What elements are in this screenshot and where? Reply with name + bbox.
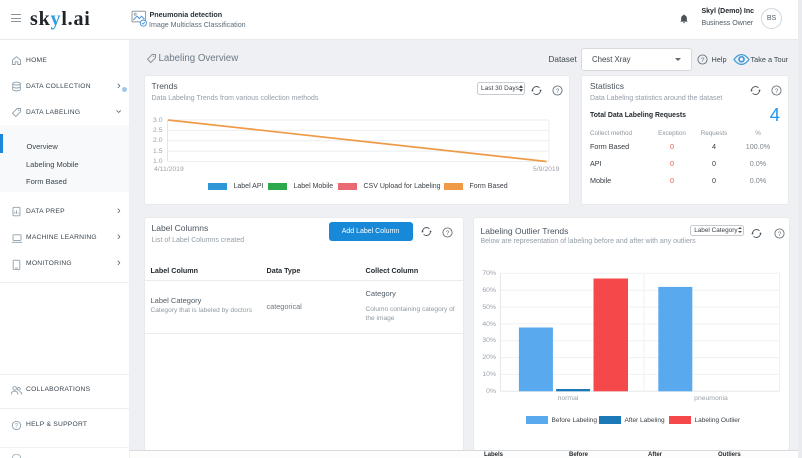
svg-text:?: ? <box>15 423 19 429</box>
svg-text:?: ? <box>701 56 705 63</box>
svg-text:?: ? <box>774 87 778 94</box>
svg-text:?: ? <box>446 229 450 236</box>
svg-text:?: ? <box>555 88 559 95</box>
svg-text:?: ? <box>777 230 781 237</box>
